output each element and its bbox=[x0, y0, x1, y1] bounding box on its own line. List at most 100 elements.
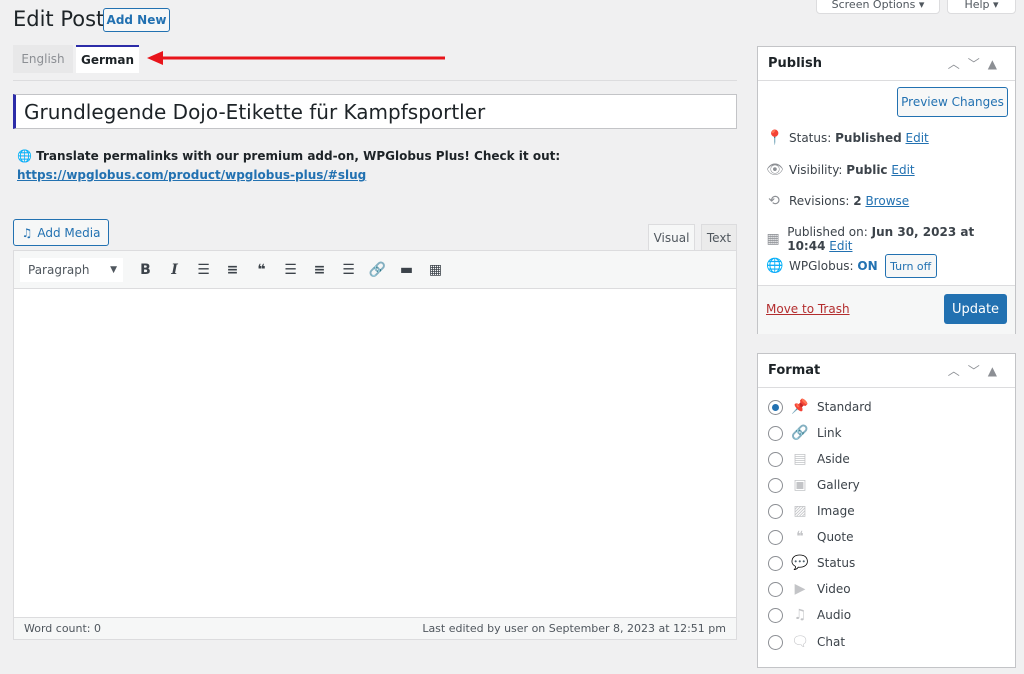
option-label: Quote bbox=[817, 530, 854, 544]
format-option-audio[interactable]: ♫ Audio bbox=[768, 607, 851, 623]
revisions-label: Revisions: bbox=[789, 194, 854, 208]
page-title: Edit Post bbox=[13, 7, 105, 31]
update-button[interactable]: Update bbox=[944, 294, 1007, 324]
option-label: Audio bbox=[817, 608, 852, 622]
publish-box: Publish ︿﹀▲ Preview Changes 📍 Status: Publ… bbox=[757, 46, 1016, 334]
calendar-icon: ▦ bbox=[766, 231, 780, 247]
browse-revisions-link[interactable]: Browse bbox=[865, 194, 909, 208]
move-to-trash-link[interactable]: Move to Trash bbox=[766, 302, 850, 316]
help-button[interactable]: Help ▾ bbox=[947, 0, 1016, 14]
option-label: Standard bbox=[817, 400, 872, 414]
image-icon: ▨ bbox=[793, 503, 807, 519]
read-more-icon[interactable]: ▬ bbox=[392, 262, 421, 278]
radio[interactable] bbox=[768, 529, 783, 545]
format-option-video[interactable]: ▶ Video bbox=[768, 581, 851, 597]
option-label: Gallery bbox=[817, 478, 860, 492]
editor-status-bar: Word count: 0 Last edited by user on Sep… bbox=[14, 617, 736, 639]
format-option-standard[interactable]: 📌 Standard bbox=[768, 399, 872, 415]
published-edit-link[interactable]: Edit bbox=[829, 239, 852, 253]
option-label: Status bbox=[817, 556, 856, 570]
radio[interactable] bbox=[768, 581, 783, 597]
option-label: Image bbox=[817, 504, 855, 518]
publish-actions: Move to Trash Update bbox=[758, 285, 1015, 334]
align-left-icon[interactable]: ☰ bbox=[276, 262, 305, 278]
status-label: Status: bbox=[789, 131, 836, 145]
radio[interactable] bbox=[768, 555, 783, 571]
post-title-input[interactable]: Grundlegende Dojo-Etikette für Kampfspor… bbox=[13, 94, 737, 129]
wpglobus-label: WPGlobus: bbox=[789, 259, 858, 273]
media-icon: ♫ bbox=[21, 225, 33, 240]
radio[interactable] bbox=[768, 634, 783, 650]
chat-icon: 🗨 bbox=[791, 634, 809, 650]
dropdown-arrow-icon: ▼ bbox=[110, 264, 117, 275]
format-option-status[interactable]: 💬 Status bbox=[768, 555, 855, 571]
bold-icon[interactable]: B bbox=[131, 262, 160, 278]
divider bbox=[13, 80, 737, 81]
status-edit-link[interactable]: Edit bbox=[906, 131, 929, 145]
format-option-aside[interactable]: ▤ Aside bbox=[768, 451, 850, 467]
option-label: Video bbox=[817, 582, 851, 596]
add-media-label: Add Media bbox=[37, 225, 101, 240]
wpglobus-value: ON bbox=[857, 259, 878, 273]
blockquote-icon[interactable]: ❝ bbox=[247, 262, 276, 278]
gallery-icon: ▣ bbox=[793, 477, 807, 493]
format-option-link[interactable]: 🔗 Link bbox=[768, 425, 842, 441]
box-controls-icon[interactable]: ︿﹀▲ bbox=[948, 362, 1005, 379]
add-new-button[interactable]: Add New bbox=[103, 8, 170, 32]
preview-changes-button[interactable]: Preview Changes bbox=[897, 87, 1008, 117]
format-box: Format ︿﹀▲ 📌 Standard 🔗 Link ▤ Aside ▣ Galler… bbox=[757, 353, 1016, 668]
format-option-chat[interactable]: 🗨 Chat bbox=[768, 634, 845, 650]
format-option-image[interactable]: ▨ Image bbox=[768, 503, 855, 519]
globe-icon: 🌐 bbox=[766, 258, 784, 274]
pin-icon: 📌 bbox=[791, 399, 809, 415]
published-label: Published on: bbox=[787, 225, 872, 239]
toolbar-toggle-icon[interactable]: ▦ bbox=[421, 262, 450, 278]
wpglobus-plus-link[interactable]: https://wpglobus.com/product/wpglobus-pl… bbox=[17, 168, 366, 182]
screen-options-button[interactable]: Screen Options ▾ bbox=[816, 0, 940, 14]
format-title: Format bbox=[768, 363, 821, 378]
bulleted-list-icon[interactable]: ☰ bbox=[189, 262, 218, 278]
video-icon: ▶ bbox=[794, 581, 806, 597]
radio[interactable] bbox=[768, 425, 783, 441]
status-icon: 💬 bbox=[791, 555, 809, 571]
radio[interactable] bbox=[768, 451, 783, 467]
radio[interactable] bbox=[768, 607, 783, 623]
option-label: Link bbox=[817, 426, 842, 440]
tab-german[interactable]: German bbox=[76, 45, 139, 73]
turn-off-button[interactable]: Turn off bbox=[884, 254, 937, 278]
option-label: Chat bbox=[817, 635, 846, 649]
format-option-quote[interactable]: ❝ Quote bbox=[768, 529, 853, 545]
italic-icon[interactable]: I bbox=[160, 262, 189, 278]
annotation-arrow bbox=[147, 51, 445, 65]
visibility-edit-link[interactable]: Edit bbox=[891, 163, 914, 177]
box-controls-icon[interactable]: ︿﹀▲ bbox=[948, 55, 1005, 72]
align-center-icon[interactable]: ≡ bbox=[305, 262, 334, 278]
radio[interactable] bbox=[768, 503, 783, 519]
audio-icon: ♫ bbox=[793, 607, 807, 623]
link-icon[interactable]: 🔗 bbox=[363, 262, 392, 278]
radio[interactable] bbox=[768, 399, 783, 415]
last-edited: Last edited by user on September 8, 2023… bbox=[422, 622, 726, 635]
publish-title: Publish bbox=[768, 56, 822, 71]
notice-text: Translate permalinks with our premium ad… bbox=[36, 149, 561, 163]
history-icon: ⟲ bbox=[768, 193, 780, 209]
revisions-value: 2 bbox=[853, 194, 862, 208]
post-editor[interactable]: Paragraph ▼ B I ☰ ≡ ❝ ☰ ≡ ☰ 🔗 ▬ ▦ Word co… bbox=[13, 250, 737, 640]
link-icon: 🔗 bbox=[791, 425, 809, 441]
quote-icon: ❝ bbox=[796, 529, 804, 545]
tab-english[interactable]: English bbox=[13, 45, 73, 73]
status-value: Published bbox=[835, 131, 902, 145]
numbered-list-icon[interactable]: ≡ bbox=[218, 262, 247, 278]
add-media-button[interactable]: ♫ Add Media bbox=[13, 219, 109, 246]
editor-toolbar: Paragraph ▼ B I ☰ ≡ ❝ ☰ ≡ ☰ 🔗 ▬ ▦ bbox=[14, 251, 736, 289]
tab-text[interactable]: Text bbox=[701, 224, 737, 250]
permalink-notice: 🌐 Translate permalinks with our premium … bbox=[17, 147, 737, 185]
format-select-value: Paragraph bbox=[28, 262, 90, 277]
word-count: Word count: 0 bbox=[24, 622, 102, 635]
align-right-icon[interactable]: ☰ bbox=[334, 262, 363, 278]
visibility-value: Public bbox=[846, 163, 888, 177]
format-select[interactable]: Paragraph ▼ bbox=[20, 257, 123, 282]
tab-visual[interactable]: Visual bbox=[648, 224, 695, 250]
format-option-gallery[interactable]: ▣ Gallery bbox=[768, 477, 860, 493]
radio[interactable] bbox=[768, 477, 783, 493]
